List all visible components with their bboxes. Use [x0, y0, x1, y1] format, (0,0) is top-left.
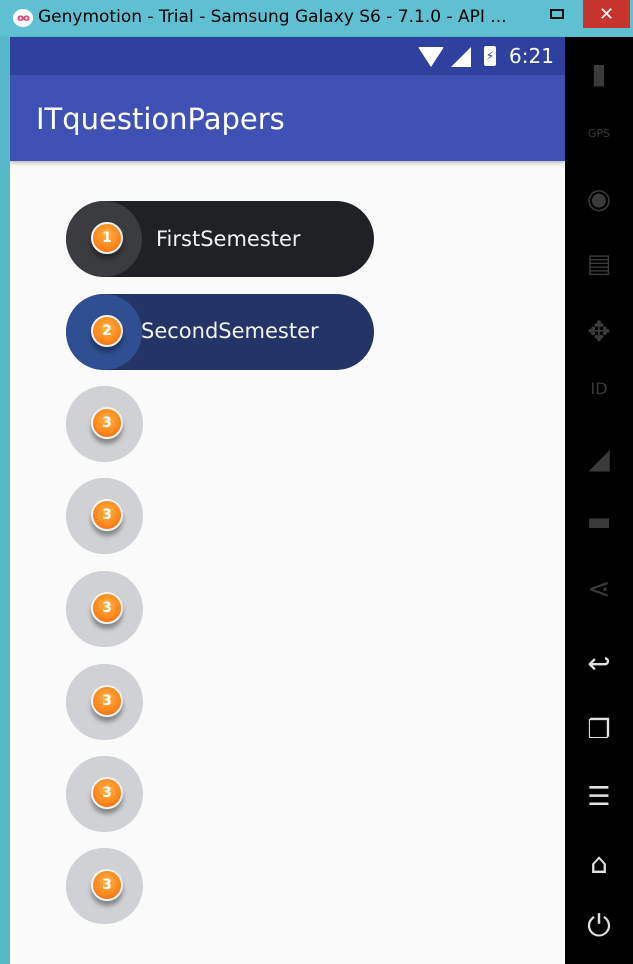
media-icon[interactable]: ▤ — [565, 249, 633, 279]
semester-item[interactable]: 2 SecondSemester — [66, 294, 374, 370]
phone-screen: ⚡ 6:21 ITquestionPapers 1 FirstSemester 2 S… — [10, 37, 565, 964]
app-bar: ITquestionPapers — [10, 75, 565, 161]
number-badge-icon: 1 — [91, 222, 123, 254]
dpad-icon[interactable]: ✥ — [565, 315, 633, 348]
window-titlebar[interactable]: oo Genymotion - Trial - Samsung Galaxy S… — [0, 0, 633, 36]
minimize-icon — [550, 9, 564, 19]
emulator-toolbar: ▮ GPS ◉ ▤ ✥ ID ◢ ▬ ⋖ ↩ ❐ ☰ ⌂ ⏻ — [565, 37, 633, 964]
number-badge-icon: 3 — [91, 869, 123, 901]
semester-item[interactable]: 3 — [66, 756, 143, 832]
close-button[interactable]: ✕ — [583, 0, 630, 28]
signal-icon — [451, 47, 471, 67]
webcam-icon[interactable]: ◉ — [565, 182, 633, 215]
semester-item[interactable]: 3 — [66, 664, 143, 740]
number-badge-icon: 3 — [91, 685, 123, 717]
gps-icon[interactable]: GPS — [565, 127, 633, 140]
status-bar: ⚡ 6:21 — [10, 37, 565, 75]
semester-label: FirstSemester — [156, 227, 301, 251]
semester-item[interactable]: 3 — [66, 848, 143, 924]
battery-icon: ⚡ — [484, 46, 496, 66]
share-icon[interactable]: ⋖ — [565, 572, 633, 605]
cast-icon[interactable]: ◢ — [565, 442, 633, 475]
status-time: 6:21 — [509, 44, 554, 68]
app-title: ITquestionPapers — [36, 102, 285, 136]
number-badge-icon: 3 — [91, 499, 123, 531]
back-icon[interactable]: ↩ — [565, 647, 633, 680]
number-badge-icon: 3 — [91, 592, 123, 624]
power-icon[interactable]: ⏻ — [565, 909, 633, 944]
semester-item[interactable]: 3 — [66, 571, 143, 647]
recent-apps-icon[interactable]: ❐ — [565, 715, 633, 745]
menu-icon[interactable]: ☰ — [565, 782, 633, 812]
number-badge-icon: 3 — [91, 777, 123, 809]
genymotion-logo-icon: oo — [13, 9, 33, 27]
battery-icon[interactable]: ▮ — [565, 57, 633, 90]
semester-item[interactable]: 3 — [66, 386, 143, 462]
id-icon[interactable]: ID — [565, 379, 633, 398]
home-icon[interactable]: ⌂ — [565, 847, 633, 880]
semester-label: SecondSemester — [141, 319, 319, 343]
wifi-icon — [418, 47, 444, 67]
window-title: Genymotion - Trial - Samsung Galaxy S6 -… — [38, 7, 507, 27]
number-badge-icon: 2 — [91, 315, 123, 347]
semester-item[interactable]: 1 FirstSemester — [66, 201, 374, 277]
number-badge-icon: 3 — [91, 407, 123, 439]
sms-icon[interactable]: ▬ — [565, 507, 633, 537]
semester-item[interactable]: 3 — [66, 478, 143, 554]
minimize-button[interactable] — [534, 0, 580, 28]
